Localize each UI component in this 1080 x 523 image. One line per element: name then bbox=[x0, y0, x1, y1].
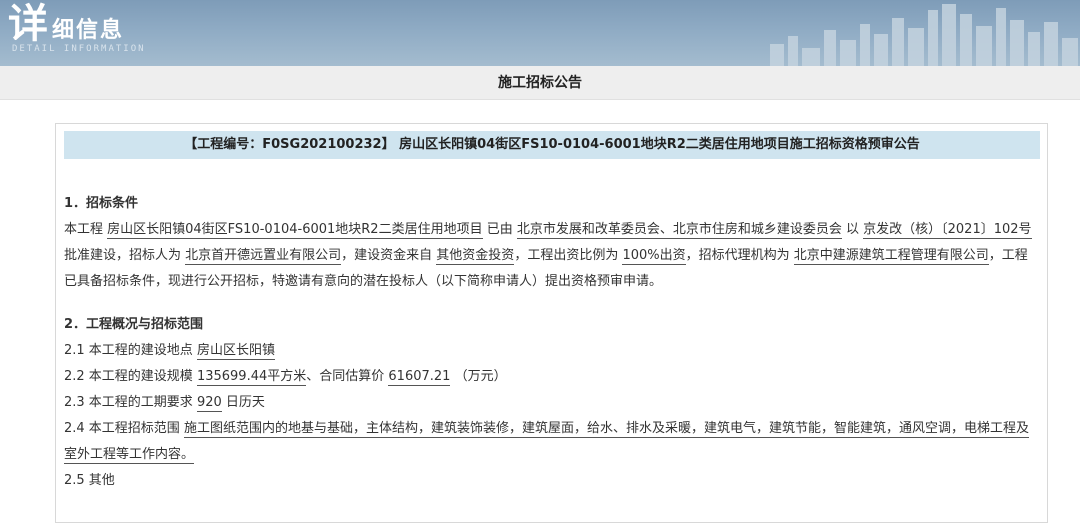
detail-header-banner: 详 细信息 DETAIL INFORMATION bbox=[0, 0, 1080, 66]
label: 2.4 本工程招标范围 bbox=[64, 421, 184, 436]
header-subtitle: DETAIL INFORMATION bbox=[12, 44, 146, 54]
item-2-1: 2.1 本工程的建设地点 房山区长阳镇 bbox=[64, 338, 1040, 364]
text: （万元） bbox=[450, 369, 507, 384]
label: 2.3 本工程的工期要求 bbox=[64, 395, 197, 410]
project-name: 房山区长阳镇04街区FS10-0104-6001地块R2二类居住用地项目 bbox=[107, 222, 483, 239]
header-big-char: 详 bbox=[8, 1, 48, 47]
agency-name: 北京中建源建筑工程管理有限公司 bbox=[793, 248, 989, 265]
label: 2.2 本工程的建设规模 bbox=[64, 369, 197, 384]
text: ，建设资金来自 bbox=[341, 248, 437, 263]
section-heading-2: 2．工程概况与招标范围 bbox=[64, 317, 204, 332]
section-heading-1: 1．招标条件 bbox=[64, 196, 139, 211]
item-2-5: 2.5 其他 bbox=[64, 473, 115, 488]
notice-title: 【工程编号：F0SG202100232】 房山区长阳镇04街区FS10-0104… bbox=[64, 131, 1040, 159]
text: ，工程出资比例为 bbox=[514, 248, 623, 263]
label: 2.1 本工程的建设地点 bbox=[64, 343, 197, 358]
notice-content: 1．招标条件 本工程 房山区长阳镇04街区FS10-0104-6001地块R2二… bbox=[64, 192, 1040, 494]
item-2-4: 2.4 本工程招标范围 施工图纸范围内的地基与基础，主体结构，建筑装饰装修，建筑… bbox=[64, 416, 1040, 468]
duration-days: 920 bbox=[196, 395, 222, 412]
item-2-3: 2.3 本工程的工期要求 920 日历天 bbox=[64, 390, 1040, 416]
page-title: 施工招标公告 bbox=[0, 66, 1080, 100]
construction-scale: 135699.44平方米 bbox=[196, 369, 307, 386]
section-1-paragraph: 本工程 房山区长阳镇04街区FS10-0104-6001地块R2二类居住用地项目… bbox=[64, 217, 1040, 295]
construction-location: 房山区长阳镇 bbox=[196, 343, 275, 360]
fund-source: 其他资金投资 bbox=[436, 248, 515, 265]
tenderer-name: 北京首开德远置业有限公司 bbox=[185, 248, 342, 265]
text: ，招标代理机构为 bbox=[685, 248, 794, 263]
text: 批准建设，招标人为 bbox=[64, 248, 186, 263]
city-skyline-image bbox=[770, 4, 1078, 66]
contract-estimate: 61607.21 bbox=[388, 369, 451, 386]
tender-scope: 施工图纸范围内的地基与基础，主体结构，建筑装饰装修，建筑屋面，给水、排水及采暖，… bbox=[64, 421, 1029, 464]
text: 以 bbox=[841, 222, 864, 237]
header-title: 细信息 bbox=[52, 18, 125, 43]
item-2-2: 2.2 本工程的建设规模 135699.44平方米、合同估算价 61607.21… bbox=[64, 364, 1040, 390]
approval-authority: 北京市发展和改革委员会、北京市住房和城乡建设委员会 bbox=[516, 222, 842, 239]
text: 本工程 bbox=[64, 222, 108, 237]
text: 、合同估算价 bbox=[306, 369, 389, 384]
text: 已由 bbox=[482, 222, 517, 237]
text: 日历天 bbox=[221, 395, 265, 410]
notice-panel: 【工程编号：F0SG202100232】 房山区长阳镇04街区FS10-0104… bbox=[55, 123, 1048, 523]
approval-number: 京发改（核）〔2021〕102号 bbox=[863, 222, 1032, 239]
fund-ratio: 100%出资 bbox=[622, 248, 686, 265]
